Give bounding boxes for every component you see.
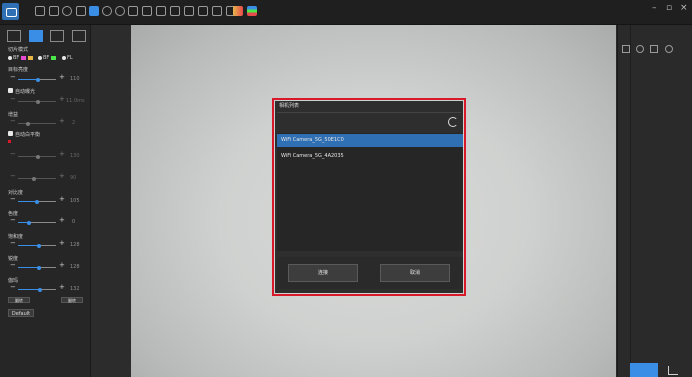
cancel-button[interactable]: 取消	[380, 264, 450, 282]
tab-gallery-icon[interactable]	[630, 363, 658, 377]
target-brightness-value: 110	[70, 76, 80, 82]
saturation-value: 128	[70, 242, 80, 248]
mode-options: BF BF FL	[8, 55, 88, 61]
flip-vertical-button[interactable]: 翻转	[61, 297, 83, 303]
minus-button[interactable]: −	[10, 195, 16, 203]
mode-color-swatch	[21, 56, 26, 60]
minus-button[interactable]: −	[10, 150, 16, 158]
auto-exposure-checkbox[interactable]	[8, 88, 13, 93]
connect-button[interactable]: 连接	[288, 264, 358, 282]
sharpness-slider[interactable]	[18, 265, 56, 270]
tab-layers-icon[interactable]	[72, 30, 86, 42]
angle-icon[interactable]	[156, 6, 166, 16]
gear-icon[interactable]	[665, 45, 673, 53]
gamma-value: 132	[70, 286, 80, 292]
contrast-value: 105	[70, 198, 80, 204]
hue-slider[interactable]	[18, 220, 56, 225]
camera-list-item[interactable]: WiFi Camera_5G_4A2035	[277, 150, 463, 163]
tab-measure-icon[interactable]	[50, 30, 64, 42]
auto-wb-label: 自动白平衡	[15, 132, 41, 138]
mode-color-swatch	[28, 56, 33, 60]
mode-radio-bf2[interactable]	[38, 56, 42, 60]
minus-button[interactable]: −	[10, 261, 16, 269]
camera-icon[interactable]	[184, 6, 194, 16]
wb-red-slider[interactable]	[18, 154, 56, 159]
undo-icon[interactable]	[102, 6, 112, 16]
plus-button[interactable]: +	[59, 239, 65, 247]
plus-button[interactable]: +	[59, 150, 65, 158]
saturation-slider[interactable]	[18, 243, 56, 248]
wb-blue-value: 90	[70, 175, 77, 181]
gamma-slider[interactable]	[18, 287, 56, 292]
mode-color-swatch	[51, 56, 56, 60]
redo-icon[interactable]	[115, 6, 125, 16]
minus-button[interactable]: −	[10, 73, 16, 81]
minus-button[interactable]: −	[10, 172, 16, 180]
minus-button[interactable]: −	[10, 283, 16, 291]
minus-button[interactable]: −	[10, 239, 16, 247]
settings-icon[interactable]	[62, 6, 72, 16]
tab-camera-settings-icon[interactable]	[29, 30, 43, 42]
plus-button[interactable]: +	[59, 172, 65, 180]
flip-horizontal-button[interactable]: 翻转	[8, 297, 30, 303]
panel-divider	[630, 25, 631, 377]
minus-button[interactable]: −	[10, 95, 16, 103]
record-icon[interactable]	[49, 6, 59, 16]
plus-button[interactable]: +	[59, 95, 65, 103]
default-button[interactable]: Default	[8, 309, 34, 317]
mode-radio-fl[interactable]	[62, 56, 66, 60]
plus-button[interactable]: +	[59, 261, 65, 269]
plus-button[interactable]: +	[59, 283, 65, 291]
plus-button[interactable]: +	[59, 195, 65, 203]
network-icon[interactable]	[622, 45, 630, 53]
hue-value: 0	[72, 219, 76, 225]
color-icon[interactable]	[233, 6, 243, 16]
grid-icon[interactable]	[142, 6, 152, 16]
dialog-title: 相机列表	[279, 103, 300, 109]
tab-measure-icon[interactable]	[668, 366, 678, 375]
auto-exposure-label: 自动曝光	[15, 89, 36, 95]
contrast-slider[interactable]	[18, 199, 56, 204]
minus-button[interactable]: −	[10, 117, 16, 125]
restore-button[interactable]: ▫	[666, 3, 672, 13]
triangle-icon[interactable]	[170, 6, 180, 16]
plus-button[interactable]: +	[59, 216, 65, 224]
tab-edit-icon[interactable]	[7, 30, 21, 42]
app-logo-icon	[2, 3, 19, 20]
pointer-icon[interactable]	[76, 6, 86, 16]
image-icon[interactable]	[198, 6, 208, 16]
wb-blue-slider[interactable]	[18, 176, 56, 181]
camera-list-item[interactable]: WiFi Camera_5G_50E1C0	[277, 134, 463, 147]
snapshot-icon[interactable]	[636, 45, 644, 53]
left-gutter	[91, 25, 132, 377]
mode-label: 切片模式	[8, 47, 29, 53]
compare-icon[interactable]	[212, 6, 222, 16]
red-channel-marker	[8, 140, 11, 143]
gain-value: 2	[72, 120, 76, 126]
target-brightness-slider[interactable]	[18, 77, 56, 82]
auto-wb-checkbox[interactable]	[8, 131, 13, 136]
measure-icon[interactable]	[128, 6, 138, 16]
top-toolbar: – ▫ ×	[0, 0, 692, 25]
plus-button[interactable]: +	[59, 117, 65, 125]
mode-radio-bf1[interactable]	[8, 56, 12, 60]
sharpness-value: 128	[70, 264, 80, 270]
wb-red-value: 130	[70, 153, 80, 159]
palette-icon[interactable]	[247, 6, 257, 16]
export-icon[interactable]	[650, 45, 658, 53]
minus-button[interactable]: −	[10, 216, 16, 224]
refresh-icon[interactable]	[448, 117, 458, 127]
plus-button[interactable]: +	[59, 73, 65, 81]
exposure-slider[interactable]	[18, 99, 56, 104]
gain-slider[interactable]	[18, 121, 56, 126]
select-icon[interactable]	[89, 6, 99, 16]
capture-icon[interactable]	[35, 6, 45, 16]
exposure-value: 11.0ms	[66, 98, 85, 104]
minimize-button[interactable]: –	[652, 3, 657, 13]
target-brightness-label: 目标亮度	[8, 67, 29, 73]
right-panel	[617, 25, 692, 377]
dialog-separator	[277, 112, 461, 113]
close-button[interactable]: ×	[680, 3, 688, 13]
